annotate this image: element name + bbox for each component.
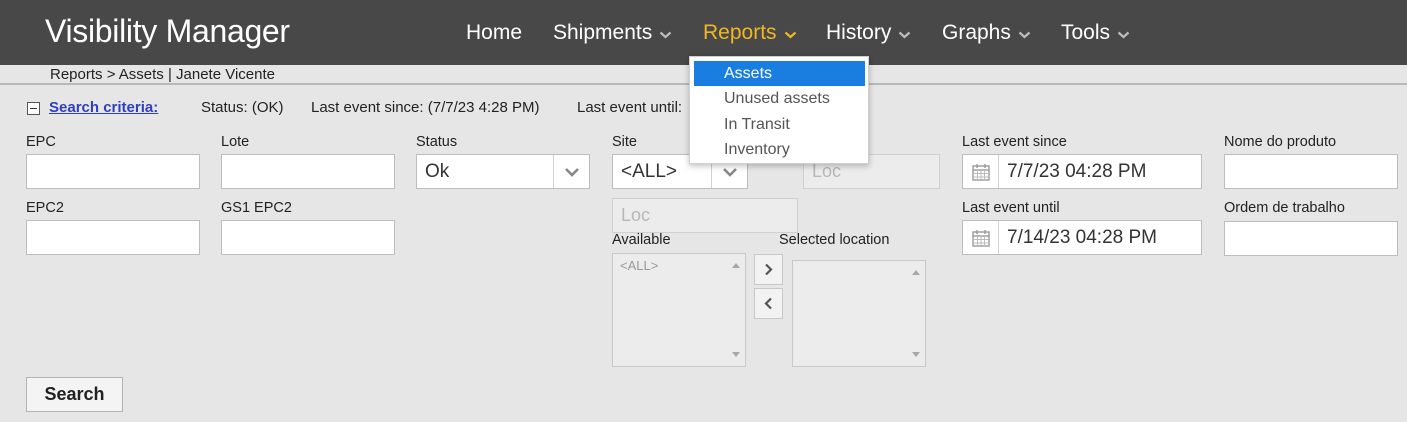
status-label: Status bbox=[416, 134, 458, 150]
nome-do-produto-label: Nome do produto bbox=[1224, 134, 1337, 150]
epc2-label: EPC2 bbox=[26, 200, 64, 216]
gs1-epc2-input[interactable] bbox=[221, 220, 395, 255]
ordem-de-trabalho-label: Ordem de trabalho bbox=[1224, 200, 1345, 216]
status-summary: Status: (OK) bbox=[201, 99, 284, 116]
last-event-until-label: Last event until bbox=[962, 200, 1060, 216]
chevron-left-icon bbox=[764, 297, 772, 310]
nav-tools-label: Tools bbox=[1061, 21, 1111, 44]
chevron-right-icon bbox=[765, 263, 773, 276]
available-label: Available bbox=[612, 232, 671, 248]
move-right-button[interactable] bbox=[754, 254, 783, 285]
chevron-down-icon bbox=[1018, 31, 1031, 38]
scroll-up-icon[interactable] bbox=[912, 270, 920, 275]
nav-history[interactable]: History bbox=[826, 20, 911, 46]
nav-home[interactable]: Home bbox=[466, 20, 522, 46]
chevron-down-icon bbox=[659, 31, 672, 38]
loc-input bbox=[612, 198, 798, 233]
nome-do-produto-input[interactable] bbox=[1224, 154, 1398, 189]
lote-label: Lote bbox=[221, 134, 250, 150]
menu-item-assets[interactable]: Assets bbox=[694, 61, 865, 86]
scroll-down-icon[interactable] bbox=[732, 352, 740, 357]
ordem-de-trabalho-input[interactable] bbox=[1224, 221, 1398, 256]
search-button[interactable]: Search bbox=[26, 377, 123, 412]
status-select-value: Ok bbox=[425, 160, 450, 182]
gs1-epc2-label: GS1 EPC2 bbox=[221, 200, 292, 216]
calendar-icon[interactable] bbox=[963, 155, 999, 188]
breadcrumb: Reports > Assets | Janete Vicente bbox=[50, 66, 275, 83]
nav-reports-label: Reports bbox=[703, 21, 777, 44]
move-left-button[interactable] bbox=[754, 288, 783, 319]
collapse-toggle-icon[interactable] bbox=[27, 102, 40, 115]
site-label: Site bbox=[612, 134, 637, 150]
nav-graphs[interactable]: Graphs bbox=[942, 20, 1031, 46]
chevron-down-icon bbox=[1117, 31, 1130, 38]
nav-home-label: Home bbox=[466, 21, 523, 44]
nav-shipments-label: Shipments bbox=[553, 21, 653, 44]
list-item[interactable]: <ALL> bbox=[620, 258, 658, 273]
selected-locations-list[interactable] bbox=[792, 260, 926, 367]
epc-label: EPC bbox=[26, 134, 56, 150]
nav-shipments[interactable]: Shipments bbox=[553, 20, 672, 46]
scrollbar[interactable] bbox=[907, 261, 925, 366]
search-criteria-link[interactable]: Search criteria: bbox=[49, 99, 158, 116]
menu-item-inventory[interactable]: Inventory bbox=[694, 137, 865, 162]
scroll-down-icon[interactable] bbox=[912, 352, 920, 357]
last-event-until-value: 7/14/23 04:28 PM bbox=[1007, 226, 1157, 248]
epc2-input[interactable] bbox=[26, 220, 200, 255]
available-locations-list[interactable]: <ALL> bbox=[612, 253, 746, 367]
status-select[interactable]: Ok bbox=[416, 154, 590, 189]
last-event-until-field[interactable]: 7/14/23 04:28 PM bbox=[962, 220, 1202, 255]
scrollbar[interactable] bbox=[727, 254, 745, 366]
lote-input[interactable] bbox=[221, 154, 395, 189]
menu-item-in-transit[interactable]: In Transit bbox=[694, 112, 865, 137]
epc-input[interactable] bbox=[26, 154, 200, 189]
last-event-since-label: Last event since bbox=[962, 134, 1067, 150]
last-event-since-field[interactable]: 7/7/23 04:28 PM bbox=[962, 154, 1202, 189]
scroll-up-icon[interactable] bbox=[732, 263, 740, 268]
nav-tools[interactable]: Tools bbox=[1061, 20, 1130, 46]
last-event-since-summary: Last event since: (7/7/23 4:28 PM) bbox=[311, 99, 540, 116]
nav-history-label: History bbox=[826, 21, 892, 44]
last-event-until-summary: Last event until: bbox=[577, 99, 683, 116]
app-title: Visibility Manager bbox=[45, 13, 290, 49]
chevron-down-icon[interactable] bbox=[553, 155, 589, 188]
menu-item-unused-assets[interactable]: Unused assets bbox=[694, 86, 865, 111]
selected-location-label: Selected location bbox=[779, 232, 890, 248]
chevron-down-icon bbox=[784, 31, 796, 38]
last-event-since-value: 7/7/23 04:28 PM bbox=[1007, 160, 1147, 182]
calendar-icon[interactable] bbox=[963, 221, 999, 254]
chevron-down-icon bbox=[899, 31, 911, 38]
reports-dropdown-menu: Assets Unused assets In Transit Inventor… bbox=[689, 56, 869, 164]
nav-graphs-label: Graphs bbox=[942, 21, 1011, 44]
nav-reports[interactable]: Reports bbox=[703, 20, 797, 46]
